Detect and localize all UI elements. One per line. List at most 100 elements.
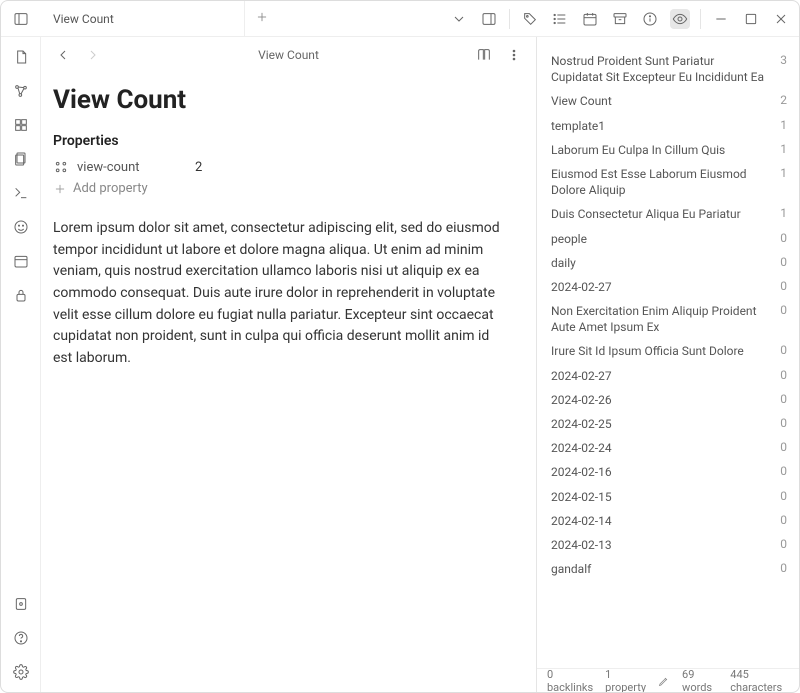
archive-icon[interactable] (610, 9, 630, 29)
status-words[interactable]: 69 words (682, 668, 718, 693)
window-minimize-icon[interactable] (711, 9, 731, 29)
view-list-item-name: 2024-02-27 (551, 279, 765, 295)
rail-vault-icon[interactable] (11, 594, 31, 614)
view-list-item-count: 1 (773, 142, 787, 156)
window-maximize-icon[interactable] (741, 9, 761, 29)
list-icon[interactable] (550, 9, 570, 29)
view-list-item[interactable]: 2024-02-260 (551, 388, 787, 412)
view-list-item-count: 0 (773, 279, 787, 293)
rail-calendar-icon[interactable] (11, 251, 31, 271)
view-list-item-name: 2024-02-14 (551, 513, 765, 529)
new-tab-button[interactable] (245, 10, 279, 28)
view-list-item-name: 2024-02-13 (551, 537, 765, 553)
info-icon[interactable] (640, 9, 660, 29)
breadcrumb[interactable]: View Count (113, 48, 464, 62)
rail-terminal-icon[interactable] (11, 183, 31, 203)
view-list-item-name: daily (551, 255, 765, 271)
view-list-item-name: View Count (551, 93, 765, 109)
rail-link-icon[interactable] (11, 285, 31, 305)
tab-close-icon[interactable] (220, 11, 232, 26)
status-edit-icon[interactable] (658, 675, 670, 687)
left-panel-toggle-icon[interactable] (11, 9, 31, 29)
note-body[interactable]: Lorem ipsum dolor sit amet, consectetur … (53, 218, 506, 370)
view-list-item-name: 2024-02-27 (551, 368, 765, 384)
view-list-item[interactable]: 2024-02-27 0 (551, 364, 787, 388)
rail-emoji-icon[interactable] (11, 217, 31, 237)
view-list-item-name: Eiusmod Est Esse Laborum Eiusmod Dolore … (551, 166, 765, 198)
view-list-item-name: 2024-02-26 (551, 392, 765, 408)
view-list-item-count: 0 (773, 561, 787, 575)
view-list-item[interactable]: 2024-02-14 0 (551, 509, 787, 533)
tab-dropdown-icon[interactable] (449, 9, 469, 29)
view-list-item[interactable]: 2024-02-160 (551, 460, 787, 484)
view-list-item[interactable]: View Count2 (551, 89, 787, 113)
view-list-item-count: 0 (773, 231, 787, 245)
view-list-item[interactable]: Eiusmod Est Esse Laborum Eiusmod Dolore … (551, 162, 787, 202)
view-list-item[interactable]: Nostrud Proident Sunt Pariatur Cupidatat… (551, 49, 787, 89)
rail-grid-icon[interactable] (11, 115, 31, 135)
view-list-item[interactable]: 2024-02-150 (551, 485, 787, 509)
view-list-item-name: Non Exercitation Enim Aliquip Proident A… (551, 303, 765, 335)
property-type-icon (53, 159, 69, 175)
right-panel-toggle-icon[interactable] (479, 9, 499, 29)
view-list-item-count: 0 (773, 513, 787, 527)
view-list-item-count: 0 (773, 440, 787, 454)
view-list-item[interactable]: gandalf0 (551, 557, 787, 581)
view-list-item[interactable]: Laborum Eu Culpa In Cillum Quis 1 (551, 138, 787, 162)
view-list-item-count: 0 (773, 303, 787, 317)
view-list-item[interactable]: 2024-02-13 0 (551, 533, 787, 557)
rail-settings-icon[interactable] (11, 662, 31, 682)
calendar-icon[interactable] (580, 9, 600, 29)
rail-files-icon[interactable] (11, 149, 31, 169)
tab-label: View Count (53, 12, 114, 26)
view-list-item[interactable]: Irure Sit Id Ipsum Officia Sunt Dolore0 (551, 339, 787, 363)
view-list-item-count: 0 (773, 489, 787, 503)
view-list-item-count: 0 (773, 255, 787, 269)
tab-view-count[interactable]: View Count (41, 1, 245, 36)
more-icon[interactable] (504, 45, 524, 65)
view-list-item-count: 0 (773, 537, 787, 551)
properties-heading: Properties (53, 133, 506, 149)
view-list-item-name: 2024-02-16 (551, 464, 765, 480)
add-property-button[interactable]: Add property (53, 181, 506, 196)
rail-graph-icon[interactable] (11, 81, 31, 101)
rail-note-icon[interactable] (11, 47, 31, 67)
view-list-item-name: 2024-02-24 (551, 440, 765, 456)
property-key[interactable]: view-count (77, 160, 187, 175)
view-list-item-name: Laborum Eu Culpa In Cillum Quis (551, 142, 765, 158)
divider (509, 9, 510, 29)
nav-back-icon[interactable] (53, 45, 73, 65)
view-list-item[interactable]: Duis Consectetur Aliqua Eu Pariatur1 (551, 202, 787, 226)
eye-icon[interactable] (670, 9, 690, 29)
status-chars[interactable]: 445 characters (730, 668, 789, 693)
status-bar: 0 backlinks 1 property 69 words 445 char… (537, 668, 799, 692)
view-list-item[interactable]: 2024-02-24 0 (551, 436, 787, 460)
tag-icon[interactable] (520, 9, 540, 29)
status-backlinks[interactable]: 0 backlinks (547, 668, 593, 693)
status-properties[interactable]: 1 property (605, 668, 646, 693)
view-list-item[interactable]: 2024-02-27 0 (551, 275, 787, 299)
add-property-label: Add property (73, 181, 148, 196)
window-close-icon[interactable] (771, 9, 791, 29)
view-list-item[interactable]: 2024-02-25 0 (551, 412, 787, 436)
view-list-item-count: 1 (773, 166, 787, 180)
rail-help-icon[interactable] (11, 628, 31, 648)
view-list-item[interactable]: template1 1 (551, 114, 787, 138)
view-list-item-count: 1 (773, 118, 787, 132)
view-list-item-name: Nostrud Proident Sunt Pariatur Cupidatat… (551, 53, 765, 85)
view-list-item-name: people (551, 231, 765, 247)
view-list-item-name: template1 (551, 118, 765, 134)
page-title: View Count (53, 85, 506, 115)
view-list-item-count: 0 (773, 368, 787, 382)
property-value[interactable]: 2 (195, 160, 202, 175)
property-row: view-count 2 (53, 159, 506, 175)
reading-mode-icon[interactable] (474, 45, 494, 65)
view-list-item[interactable]: daily 0 (551, 251, 787, 275)
nav-forward-icon[interactable] (83, 45, 103, 65)
view-list-item[interactable]: Non Exercitation Enim Aliquip Proident A… (551, 299, 787, 339)
view-list-item-count: 0 (773, 416, 787, 430)
view-list-item-count: 0 (773, 343, 787, 357)
view-list-item-count: 3 (773, 53, 787, 67)
view-list-item-name: 2024-02-25 (551, 416, 765, 432)
view-list-item[interactable]: people 0 (551, 227, 787, 251)
